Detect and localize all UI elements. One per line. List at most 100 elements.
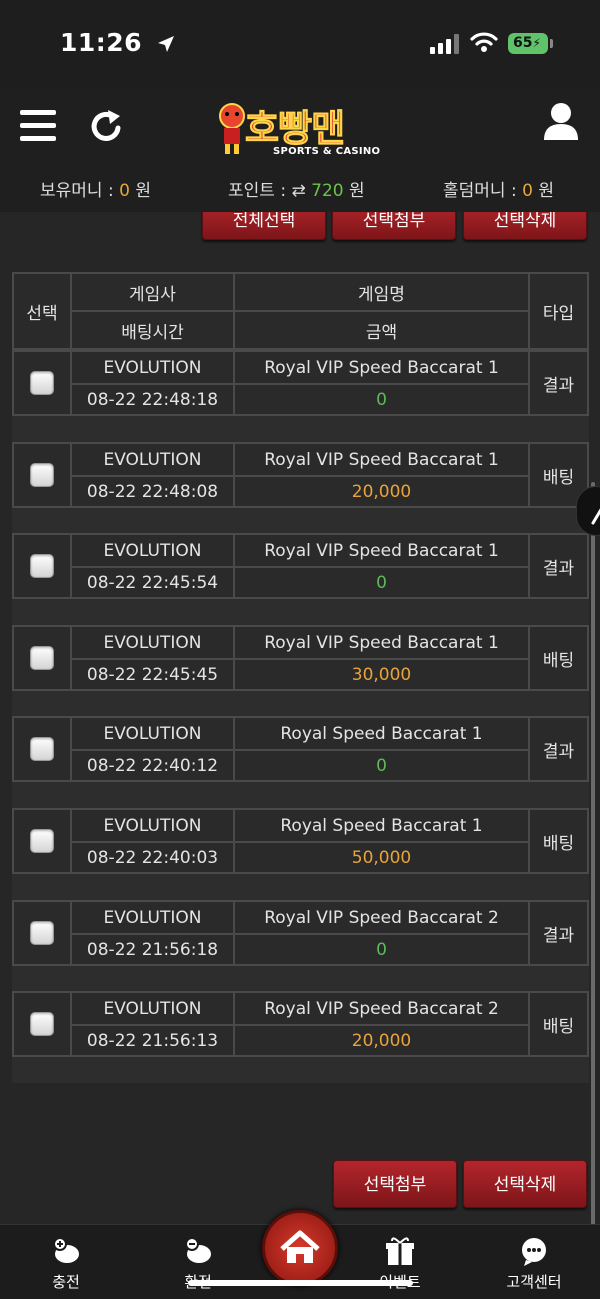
swap-arrows-icon: ⇄ [291, 181, 306, 201]
row-select-cell [12, 533, 72, 599]
holdem-label: 홀덤머니 : [443, 181, 523, 201]
row-game-name: Royal VIP Speed Baccarat 1 [233, 533, 530, 568]
row-amount: 50,000 [233, 841, 530, 874]
holding-money: 보유머니 : 0 원 [40, 176, 151, 201]
hamburger-menu-icon[interactable] [20, 110, 56, 142]
scrollbar[interactable] [591, 482, 595, 1224]
row-type: 결과 [528, 900, 589, 966]
user-profile-icon[interactable] [542, 102, 580, 146]
row-provider: EVOLUTION [70, 991, 235, 1026]
row-type: 배팅 [528, 808, 589, 874]
header-game: 게임명 [233, 272, 530, 312]
row-game-name: Royal VIP Speed Baccarat 1 [233, 442, 530, 477]
select-all-button[interactable]: 전체선택 [202, 212, 326, 240]
top-action-bar: 전체선택 선택첨부 선택삭제 [0, 212, 600, 240]
delete-selected-button[interactable]: 선택삭제 [463, 212, 587, 240]
row-provider: EVOLUTION [70, 442, 235, 477]
wifi-icon [470, 31, 498, 57]
point-unit: 원 [348, 181, 365, 201]
row-bet-time: 08-22 22:48:08 [70, 475, 235, 508]
row-select-cell [12, 808, 72, 874]
row-checkbox[interactable] [30, 463, 54, 487]
home-indicator [188, 1280, 413, 1286]
betting-history-content: 전체선택 선택첨부 선택삭제 선택 게임사 게임명 타입 배팅시간 금액 EVOLUTION… [0, 212, 600, 1224]
tab-support-label: 고객센터 [506, 1273, 562, 1291]
location-arrow-icon [157, 30, 175, 59]
row-type: 결과 [528, 350, 589, 416]
row-provider: EVOLUTION [70, 625, 235, 660]
row-amount: 30,000 [233, 658, 530, 691]
header-time: 배팅시간 [70, 310, 235, 350]
row-game-name: Royal VIP Speed Baccarat 1 [233, 625, 530, 660]
status-bar: 11:26 65⚡ [0, 0, 600, 88]
row-provider: EVOLUTION [70, 716, 235, 751]
row-provider: EVOLUTION [70, 350, 235, 385]
row-checkbox[interactable] [30, 737, 54, 761]
row-amount: 0 [233, 566, 530, 599]
tab-charge-label: 충전 [52, 1273, 80, 1291]
row-game-name: Royal Speed Baccarat 1 [233, 808, 530, 843]
row-bet-time: 08-22 22:40:12 [70, 749, 235, 782]
row-checkbox[interactable] [30, 371, 54, 395]
status-time: 11:26 [60, 28, 175, 59]
battery-tip [550, 39, 553, 48]
tab-support[interactable]: 고객센터 [484, 1235, 584, 1292]
bottom-action-bar: 선택첨부 선택삭제 [0, 1160, 600, 1208]
row-provider: EVOLUTION [70, 533, 235, 568]
header-amount: 금액 [233, 310, 530, 350]
row-select-cell [12, 350, 72, 416]
row-bet-time: 08-22 21:56:18 [70, 933, 235, 966]
battery-indicator: 65⚡ [508, 33, 548, 54]
side-drawer-handle[interactable] [576, 486, 600, 536]
row-bet-time: 08-22 22:40:03 [70, 841, 235, 874]
holding-value: 0 [119, 181, 130, 201]
row-type: 배팅 [528, 625, 589, 691]
attach-selected-button-bottom[interactable]: 선택첨부 [333, 1160, 457, 1208]
row-select-cell [12, 625, 72, 691]
row-bet-time: 08-22 21:56:13 [70, 1024, 235, 1057]
holdem-unit: 원 [538, 181, 554, 201]
attach-selected-button[interactable]: 선택첨부 [332, 212, 456, 240]
points[interactable]: 포인트 : ⇄ 720 원 [228, 176, 365, 201]
site-logo[interactable]: 호빵맨 SPORTS & CASINO [215, 96, 390, 160]
row-amount: 0 [233, 383, 530, 416]
row-game-name: Royal VIP Speed Baccarat 2 [233, 991, 530, 1026]
row-checkbox[interactable] [30, 829, 54, 853]
tab-charge[interactable]: 충전 [16, 1235, 116, 1292]
home-button[interactable] [262, 1210, 338, 1286]
app-header: 호빵맨 SPORTS & CASINO 보유머니 : 0 원 포인트 : ⇄ 7… [0, 88, 600, 212]
header-select: 선택 [12, 272, 72, 350]
row-provider: EVOLUTION [70, 808, 235, 843]
row-type: 결과 [528, 533, 589, 599]
row-checkbox[interactable] [30, 554, 54, 578]
refresh-icon[interactable] [90, 108, 124, 148]
holdem-money: 홀덤머니 : 0 원 [443, 176, 554, 201]
row-select-cell [12, 442, 72, 508]
row-checkbox[interactable] [30, 646, 54, 670]
row-type: 결과 [528, 716, 589, 782]
delete-selected-button-bottom[interactable]: 선택삭제 [463, 1160, 587, 1208]
row-bet-time: 08-22 22:45:45 [70, 658, 235, 691]
row-amount: 0 [233, 749, 530, 782]
mascot-icon [215, 102, 249, 162]
row-game-name: Royal Speed Baccarat 1 [233, 716, 530, 751]
row-bet-time: 08-22 22:48:18 [70, 383, 235, 416]
row-checkbox[interactable] [30, 1012, 54, 1036]
holding-label: 보유머니 : [40, 181, 120, 201]
header-provider: 게임사 [70, 272, 235, 312]
row-amount: 20,000 [233, 475, 530, 508]
gift-icon [386, 1237, 414, 1265]
row-checkbox[interactable] [30, 921, 54, 945]
holding-unit: 원 [135, 181, 151, 201]
header-type: 타입 [528, 272, 589, 350]
cellular-signal-icon [430, 34, 460, 54]
home-icon [280, 1230, 320, 1263]
row-select-cell [12, 991, 72, 1057]
piggy-bank-plus-icon [53, 1237, 79, 1263]
row-game-name: Royal VIP Speed Baccarat 1 [233, 350, 530, 385]
row-type: 배팅 [528, 991, 589, 1057]
row-provider: EVOLUTION [70, 900, 235, 935]
row-select-cell [12, 716, 72, 782]
clock: 11:26 [60, 28, 143, 57]
point-label: 포인트 : [228, 181, 292, 201]
